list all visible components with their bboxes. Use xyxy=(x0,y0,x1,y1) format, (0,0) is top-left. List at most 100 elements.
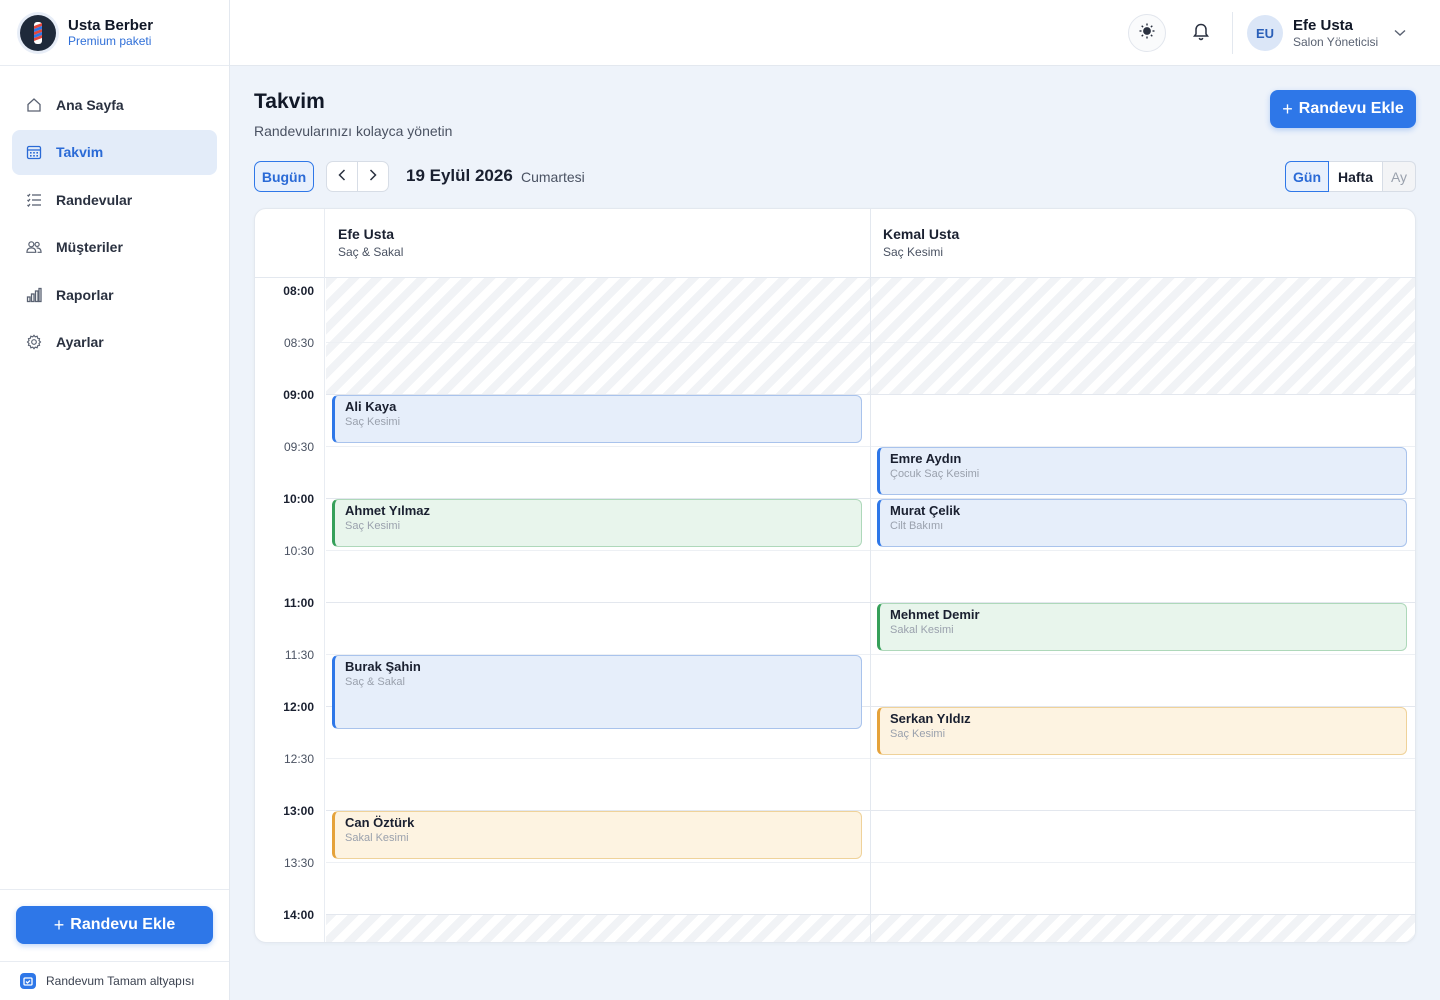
time-column-header xyxy=(255,209,325,278)
chevron-right-icon xyxy=(369,168,377,186)
time-label: 09:00 xyxy=(283,388,314,402)
plus-icon: + xyxy=(1282,99,1293,119)
appointment-service: Sakal Kesimi xyxy=(345,832,409,844)
appointment-customer: Serkan Yıldız xyxy=(890,711,971,726)
grid-line xyxy=(326,758,1415,759)
grid-line xyxy=(326,550,1415,551)
add-appointment-button[interactable]: + Randevu Ekle xyxy=(1270,90,1416,128)
sidebar-item-label: Raporlar xyxy=(56,286,114,303)
view-switcher: Gün Hafta Ay xyxy=(1285,161,1416,192)
staff-specialty: Saç & Sakal xyxy=(338,245,404,259)
time-label: 14:00 xyxy=(283,908,314,922)
staff-header-kemal[interactable]: Kemal Usta Saç Kesimi xyxy=(871,209,1415,278)
sidebar-footer[interactable]: Randevum Tamam altyapısı xyxy=(0,961,229,1000)
appointment-service: Cilt Bakımı xyxy=(890,520,944,532)
sidebar-item-musteriler[interactable]: Müşteriler xyxy=(12,225,217,270)
footer-text: Randevum Tamam altyapısı xyxy=(46,974,195,988)
appointment-customer: Mehmet Demir xyxy=(890,607,980,622)
time-label: 12:30 xyxy=(283,752,314,766)
sidebar-item-raporlar[interactable]: Raporlar xyxy=(12,272,217,317)
view-day-button[interactable]: Gün xyxy=(1285,161,1329,192)
bell-icon xyxy=(1192,21,1210,46)
time-label: 11:00 xyxy=(283,596,314,610)
home-icon xyxy=(26,97,42,113)
appointment-customer: Ahmet Yılmaz xyxy=(345,503,431,518)
time-label: 10:00 xyxy=(283,492,314,506)
column-divider xyxy=(870,209,871,942)
page-subtitle: Randevularınızı kolayca yönetin xyxy=(254,123,453,139)
theme-toggle-button[interactable] xyxy=(1128,14,1166,52)
calendar-check-icon xyxy=(20,973,36,989)
current-weekday: Cumartesi xyxy=(521,169,585,185)
barber-pole-icon xyxy=(20,14,56,51)
sidebar-item-label: Müşteriler xyxy=(56,239,123,255)
appointment-card[interactable]: Emre Aydın Çocuk Saç Kesimi xyxy=(877,447,1407,495)
appointment-service: Saç Kesimi xyxy=(345,520,401,532)
time-column: 08:00 08:30 09:00 09:30 10:00 10:30 11:00 11:30… xyxy=(255,278,325,942)
chevron-left-icon xyxy=(338,168,346,186)
appointment-card[interactable]: Serkan Yıldız Saç Kesimi xyxy=(877,707,1407,755)
view-week-button[interactable]: Hafta xyxy=(1329,161,1383,192)
brand-plan: Premium paketi xyxy=(68,33,152,48)
appointment-service: Saç Kesimi xyxy=(890,728,946,740)
sun-icon xyxy=(1138,22,1156,45)
time-label: 11:30 xyxy=(284,648,314,662)
sidebar-item-ana-sayfa[interactable]: Ana Sayfa xyxy=(12,82,217,127)
unavailable-slot xyxy=(326,914,1415,942)
sidebar-bottom: + Randevu Ekle Randevum Tamam altyapısı xyxy=(0,889,229,1000)
appointment-service: Saç & Sakal xyxy=(345,676,405,688)
chevron-down-icon xyxy=(1394,24,1406,42)
previous-day-button[interactable] xyxy=(327,162,357,191)
user-name: Efe Usta xyxy=(1293,16,1354,34)
staff-name: Kemal Usta xyxy=(883,226,960,242)
appointment-card[interactable]: Burak Şahin Saç & Sakal xyxy=(332,655,862,729)
schedule-area: Ali Kaya Saç Kesimi Ahmet Yılmaz Saç Kesimi… xyxy=(326,278,1415,942)
grid-line xyxy=(326,862,1415,863)
sidebar-item-randevular[interactable]: Randevular xyxy=(12,177,217,222)
appointment-customer: Murat Çelik xyxy=(890,503,961,518)
grid-line xyxy=(326,914,1415,915)
user-role: Salon Yöneticisi xyxy=(1293,34,1379,49)
plus-icon: + xyxy=(53,915,65,935)
staff-specialty: Saç Kesimi xyxy=(883,245,944,259)
appointment-customer: Burak Şahin xyxy=(345,659,421,674)
unavailable-slot xyxy=(326,278,1415,394)
user-menu[interactable]: EU Efe Usta Salon Yöneticisi xyxy=(1247,15,1406,51)
time-label: 08:00 xyxy=(283,284,314,298)
next-day-button[interactable] xyxy=(357,162,388,191)
sidebar-item-label: Ana Sayfa xyxy=(56,96,124,113)
topbar: EU Efe Usta Salon Yöneticisi xyxy=(230,0,1440,66)
time-label: 12:00 xyxy=(283,700,314,714)
appointment-service: Sakal Kesimi xyxy=(890,624,954,636)
notifications-button[interactable] xyxy=(1182,14,1220,52)
grid-line xyxy=(326,342,1415,343)
brand[interactable]: Usta Berber Premium paketi xyxy=(0,0,229,66)
appointment-customer: Emre Aydın xyxy=(890,451,962,466)
sidebar-item-label: Randevular xyxy=(56,191,133,208)
staff-name: Efe Usta xyxy=(338,226,395,242)
time-label: 08:30 xyxy=(283,336,314,350)
users-icon xyxy=(26,239,42,255)
appointment-card[interactable]: Murat Çelik Cilt Bakımı xyxy=(877,499,1407,547)
today-button[interactable]: Bugün xyxy=(254,161,314,192)
sidebar-item-takvim[interactable]: Takvim xyxy=(12,129,217,175)
appointment-service: Saç Kesimi xyxy=(345,416,401,428)
appointment-card[interactable]: Ahmet Yılmaz Saç Kesimi xyxy=(332,499,862,547)
gear-icon xyxy=(26,334,42,350)
appointment-card[interactable]: Can Öztürk Sakal Kesimi xyxy=(332,811,862,859)
appointment-customer: Can Öztürk xyxy=(345,815,415,830)
appointment-customer: Ali Kaya xyxy=(345,399,397,414)
sidebar-add-appointment-button[interactable]: + Randevu Ekle xyxy=(16,906,213,944)
date-navigation xyxy=(326,161,389,192)
appointment-service: Çocuk Saç Kesimi xyxy=(890,468,980,480)
staff-header-efe[interactable]: Efe Usta Saç & Sakal xyxy=(326,209,871,278)
sidebar-item-ayarlar[interactable]: Ayarlar xyxy=(12,320,217,365)
avatar: EU xyxy=(1247,15,1283,51)
list-icon xyxy=(26,192,42,208)
view-month-button[interactable]: Ay xyxy=(1383,161,1416,192)
appointment-card[interactable]: Ali Kaya Saç Kesimi xyxy=(332,395,862,443)
calendar-header: Efe Usta Saç & Sakal Kemal Usta Saç Kesi… xyxy=(255,209,1415,278)
appointment-card[interactable]: Mehmet Demir Sakal Kesimi xyxy=(877,603,1407,651)
time-label: 13:30 xyxy=(283,856,314,870)
time-label: 10:30 xyxy=(283,544,314,558)
